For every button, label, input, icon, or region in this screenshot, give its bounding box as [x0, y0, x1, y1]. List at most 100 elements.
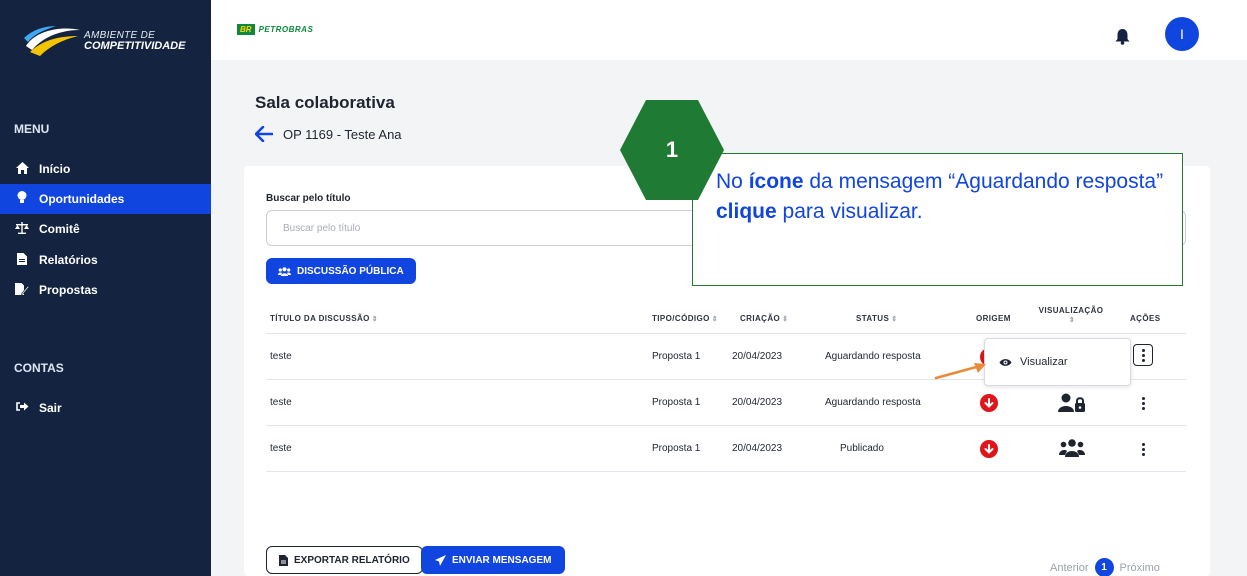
back-label: OP 1169 - Teste Ana	[283, 126, 402, 142]
cell-type: Proposta 1	[652, 351, 701, 362]
sidebar-item-sair[interactable]: Sair	[0, 393, 211, 423]
callout-bold2: clique	[716, 200, 777, 223]
accounts-section-title: CONTAS	[14, 361, 64, 375]
sidebar-item-label: Início	[39, 162, 71, 176]
petrobras-badge: BR	[237, 24, 255, 35]
edit-file-icon	[14, 282, 30, 298]
cell-status: Publicado	[840, 443, 884, 454]
search-label: Buscar pelo título	[266, 193, 351, 204]
sidebar-item-label: Oportunidades	[39, 192, 125, 206]
col-created[interactable]: CRIAÇÃO ⇕	[740, 314, 788, 323]
col-title[interactable]: TÍTULO DA DISCUSSÃO ⇕	[270, 314, 378, 323]
top-bar: BR PETROBRAS I	[211, 0, 1247, 60]
back-arrow-icon[interactable]	[255, 126, 273, 142]
sort-icon: ⇕	[891, 316, 898, 323]
logout-icon	[14, 401, 30, 415]
visualize-label: Visualizar	[1020, 356, 1068, 368]
users-group-icon[interactable]	[1059, 439, 1085, 462]
col-type-label: TIPO/CÓDIGO	[652, 314, 710, 323]
main-content: Sala colaborativa OP 1169 - Teste Ana Bu…	[211, 60, 1247, 576]
row-actions-button[interactable]	[1133, 393, 1153, 413]
pagination-page[interactable]: 1	[1094, 558, 1114, 576]
page-title: Sala colaborativa	[255, 93, 395, 112]
col-created-label: CRIAÇÃO	[740, 314, 781, 323]
col-visualization[interactable]: VISUALIZAÇÃO ⇕	[1038, 306, 1104, 324]
sidebar-item-oportunidades[interactable]: Oportunidades	[0, 184, 211, 214]
export-report-button[interactable]: EXPORTAR RELATÓRIO	[266, 546, 423, 574]
lightbulb-icon	[14, 191, 30, 207]
private-user-lock-icon[interactable]	[1058, 393, 1086, 418]
col-title-label: TÍTULO DA DISCUSSÃO	[270, 314, 370, 323]
app-root: AMBIENTE DE COMPETITIVIDADE MENU Início …	[0, 0, 1247, 576]
step-number: 1	[665, 137, 679, 162]
col-status[interactable]: STATUS ⇕	[856, 314, 897, 323]
callout-bold1: ícone	[748, 170, 804, 193]
sidebar-item-propostas[interactable]: Propostas	[0, 275, 211, 305]
col-type[interactable]: TIPO/CÓDIGO ⇕	[652, 314, 718, 323]
brand-wordmark: AMBIENTE DE COMPETITIVIDADE	[84, 30, 185, 52]
row-actions-button[interactable]	[1133, 439, 1153, 459]
petrobras-logo: BR PETROBRAS	[237, 24, 313, 35]
sidebar-item-comite[interactable]: Comitê	[0, 214, 211, 244]
sort-icon: ⇕	[711, 316, 719, 323]
table-row: teste Proposta 1 20/04/2023 Aguardando r…	[266, 380, 1186, 426]
discussions-table: TÍTULO DA DISCUSSÃO ⇕ TIPO/CÓDIGO ⇕ CRIAÇÃ…	[266, 300, 1186, 472]
pagination: Anterior 1 Próximo	[1050, 558, 1160, 576]
pagination-prev[interactable]: Anterior	[1050, 562, 1089, 574]
callout-part2: da mensagem “Aguardando resposta”	[803, 170, 1164, 193]
send-icon	[435, 554, 446, 566]
file-icon	[279, 554, 288, 566]
table-row: teste Proposta 1 20/04/2023 Publicado	[266, 426, 1186, 472]
origin-down-icon	[980, 394, 998, 412]
export-report-label: EXPORTAR RELATÓRIO	[294, 554, 410, 566]
visualize-popup[interactable]: Visualizar	[984, 338, 1131, 386]
menu-section-title: MENU	[14, 122, 50, 136]
cell-type: Proposta 1	[652, 443, 701, 454]
avatar[interactable]: I	[1165, 17, 1199, 51]
brand-line2: COMPETITIVIDADE	[84, 40, 186, 52]
sidebar-item-relatorios[interactable]: Relatórios	[0, 245, 211, 275]
users-icon	[278, 266, 291, 276]
pagination-next[interactable]: Próximo	[1120, 562, 1160, 574]
sidebar-item-label: Propostas	[39, 283, 98, 297]
sort-icon: ⇕	[782, 316, 789, 323]
scale-icon	[14, 221, 30, 237]
callout-part3: para visualizar.	[776, 200, 923, 223]
send-message-button[interactable]: ENVIAR MENSAGEM	[421, 546, 566, 574]
bell-icon[interactable]	[1115, 28, 1130, 50]
home-icon	[14, 161, 30, 177]
eye-icon	[999, 358, 1012, 366]
file-icon	[14, 252, 30, 268]
breadcrumb: OP 1169 - Teste Ana	[255, 126, 402, 142]
pointer-arrow	[934, 363, 986, 380]
row-actions-button[interactable]	[1133, 344, 1153, 366]
sidebar-item-label: Sair	[39, 401, 62, 415]
cell-type: Proposta 1	[652, 397, 701, 408]
send-message-label: ENVIAR MENSAGEM	[452, 554, 552, 566]
col-status-label: STATUS	[856, 314, 890, 323]
cell-title: teste	[270, 351, 292, 362]
cell-title: teste	[270, 443, 292, 454]
brand-logo[interactable]: AMBIENTE DE COMPETITIVIDADE	[22, 24, 202, 64]
public-discussion-label: DISCUSSÃO PÚBLICA	[297, 265, 404, 277]
public-discussion-button[interactable]: DISCUSSÃO PÚBLICA	[266, 258, 416, 284]
sidebar-item-inicio[interactable]: Início	[0, 154, 211, 184]
origin-down-icon	[980, 440, 998, 458]
sidebar-item-label: Relatórios	[39, 253, 98, 267]
col-origin: ORIGEM	[976, 314, 1011, 323]
cell-created: 20/04/2023	[732, 443, 783, 454]
col-visualization-label: VISUALIZAÇÃO	[1038, 306, 1104, 315]
sidebar: AMBIENTE DE COMPETITIVIDADE MENU Início …	[0, 0, 211, 576]
brand-swoosh-icon	[24, 26, 80, 56]
cell-status: Aguardando resposta	[825, 397, 921, 408]
col-actions: AÇÕES	[1130, 314, 1161, 323]
sidebar-item-label: Comitê	[39, 222, 80, 236]
cell-created: 20/04/2023	[732, 397, 783, 408]
cell-title: teste	[270, 397, 292, 408]
table-header: TÍTULO DA DISCUSSÃO ⇕ TIPO/CÓDIGO ⇕ CRIAÇÃ…	[266, 300, 1186, 334]
petrobras-name: PETROBRAS	[258, 25, 314, 34]
callout-text: No ícone da mensagem “Aguardando respost…	[716, 167, 1176, 227]
sort-icon: ⇕	[371, 316, 379, 323]
cell-status: Aguardando resposta	[825, 351, 921, 362]
sort-icon: ⇕	[1068, 317, 1076, 324]
